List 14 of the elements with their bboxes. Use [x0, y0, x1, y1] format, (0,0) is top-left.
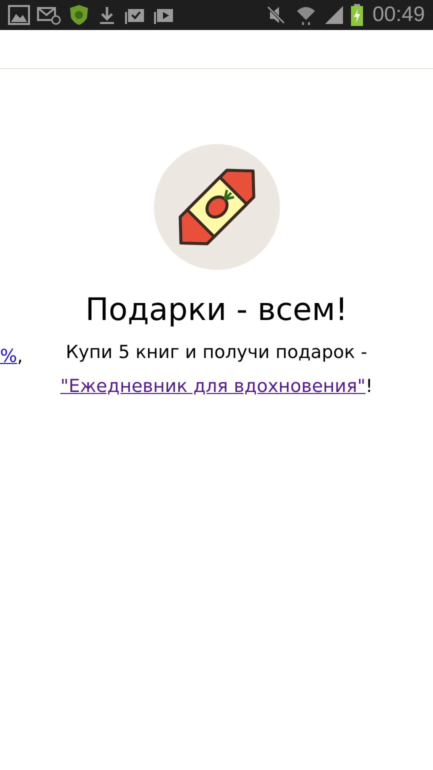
clock: 00:49 [372, 3, 425, 27]
promo-title: Подарки - всем! [85, 292, 348, 328]
gallery-icon [8, 5, 30, 25]
punctuation: , [17, 346, 23, 367]
shield-icon [68, 4, 90, 26]
download-icon [97, 5, 117, 25]
wifi-icon [295, 4, 318, 26]
promo-text: Купи 5 книг и получи подарок - [66, 342, 368, 363]
candy-icon [154, 144, 280, 270]
signal-icon [324, 5, 344, 25]
email-icon [37, 5, 61, 25]
discount-link[interactable]: % [0, 346, 18, 367]
exclamation: ! [365, 376, 373, 397]
diary-link[interactable]: "Ежедневник для вдохновения" [60, 376, 366, 397]
